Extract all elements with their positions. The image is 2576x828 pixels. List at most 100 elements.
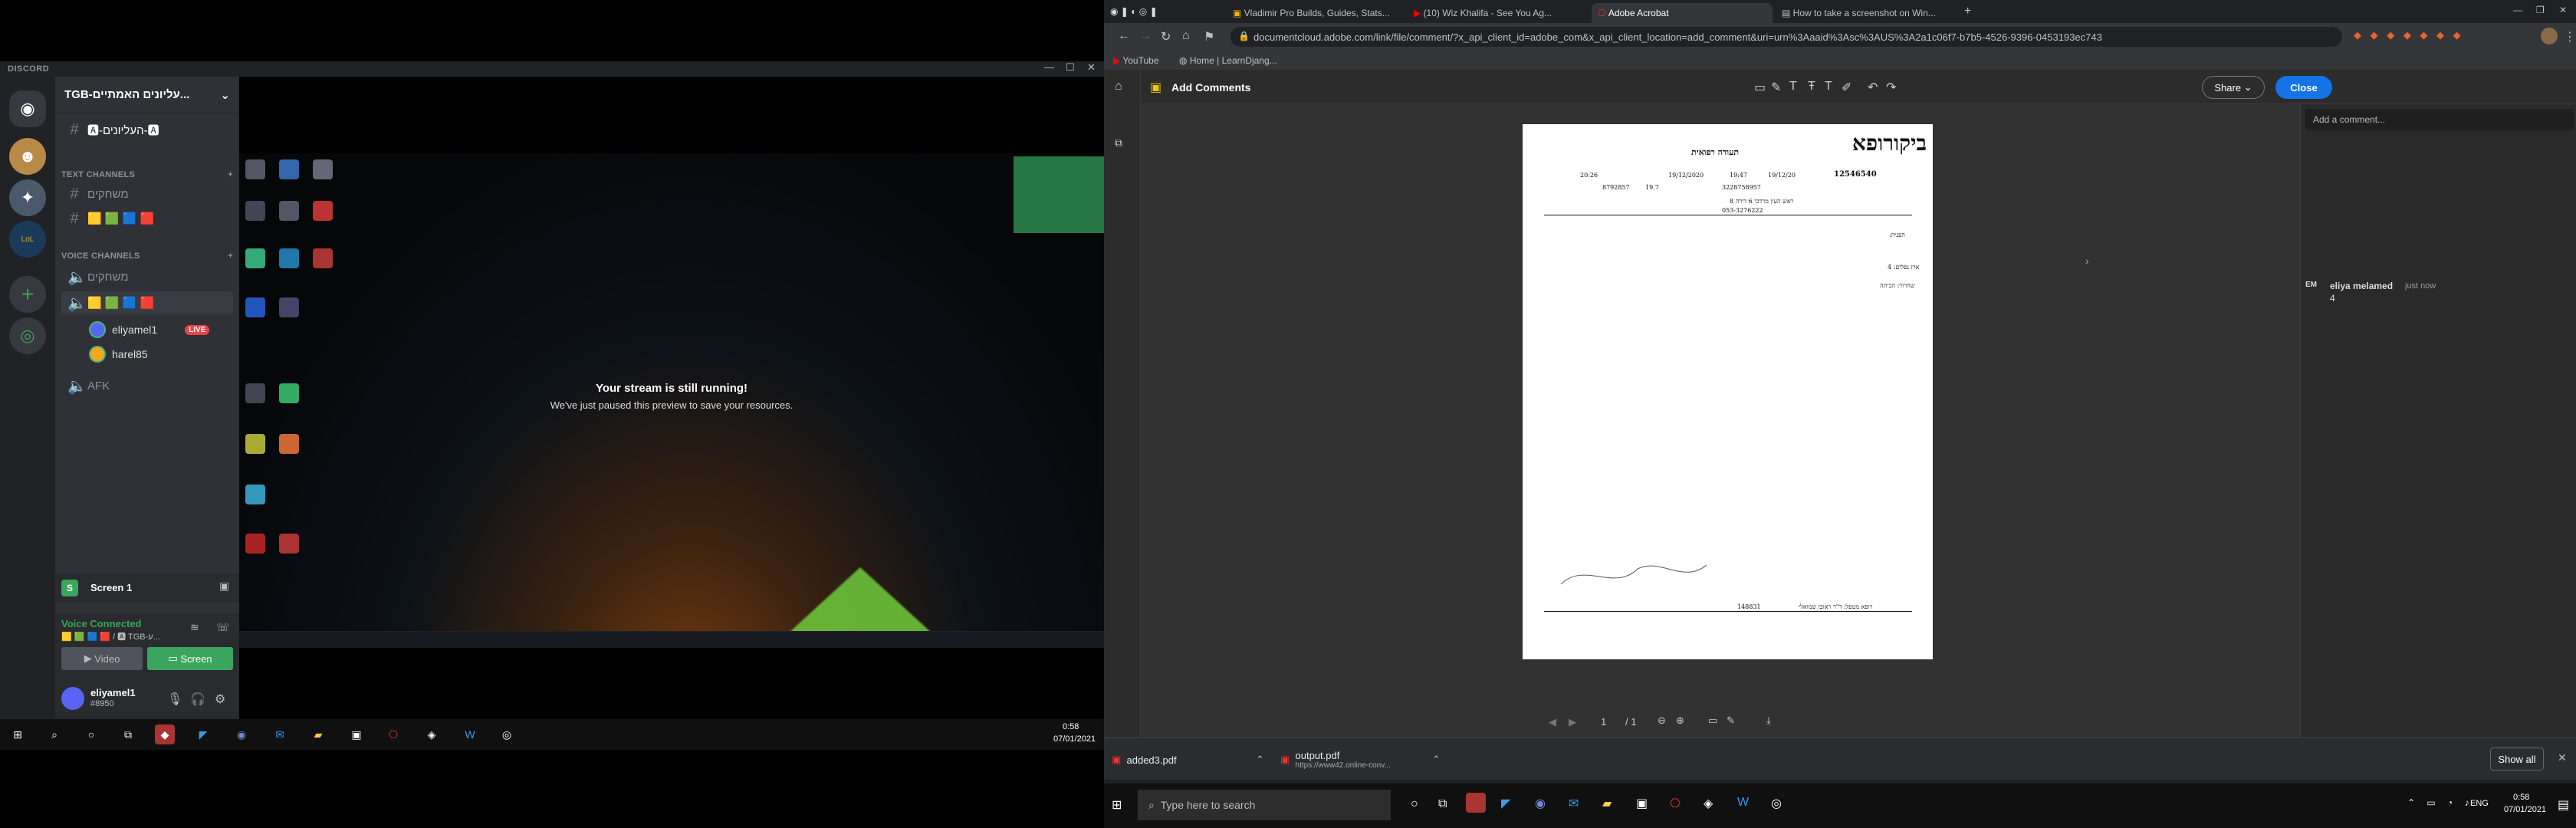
word-icon[interactable]: W bbox=[460, 724, 480, 744]
gear-icon[interactable]: ⚙ bbox=[215, 692, 225, 707]
mic-icon[interactable]: 🎙 bbox=[167, 692, 182, 707]
strikethrough-icon[interactable]: Ŧ bbox=[1808, 80, 1815, 94]
windows-start-icon[interactable]: ⊞ bbox=[1112, 797, 1122, 813]
cortana-icon[interactable]: ○ bbox=[1411, 797, 1418, 811]
explore-icon[interactable]: ◎ bbox=[9, 317, 46, 354]
share-button[interactable]: Share ⌄ bbox=[2202, 76, 2265, 99]
tab-active[interactable]: ⎔ Adobe Acrobat bbox=[1592, 3, 1773, 23]
steam-icon[interactable]: ◎ bbox=[497, 724, 517, 744]
forward-icon[interactable]: → bbox=[1139, 29, 1152, 43]
extension-icons[interactable]: ◆ ◆ ◆ ◆ ◆ ◆ ◆ bbox=[2354, 29, 2464, 41]
undo-icon[interactable]: ↶ bbox=[1868, 80, 1878, 95]
tray-icons[interactable]: ⌃ ▭ ◔ ♪ bbox=[2407, 797, 2474, 808]
word-icon[interactable]: W bbox=[1737, 796, 1749, 810]
bookmark-icon[interactable]: ⚑ bbox=[1204, 29, 1214, 44]
mail-icon[interactable]: ✉ bbox=[270, 724, 290, 744]
channel-text[interactable]: # משחקים bbox=[61, 182, 233, 205]
brave-icon[interactable] bbox=[1466, 793, 1486, 813]
back-icon[interactable]: ← bbox=[1118, 29, 1130, 43]
steam-icon[interactable]: ◎ bbox=[1771, 796, 1782, 811]
taskbar-search-box[interactable]: ⌕ Type here to search bbox=[1138, 790, 1391, 820]
channel-voice[interactable]: 🔈 AFK bbox=[61, 374, 233, 397]
voice-user[interactable]: harel85 bbox=[89, 343, 148, 365]
download-item[interactable]: ▣ output.pdf https://www42.online-conv...… bbox=[1280, 744, 1449, 775]
home-icon[interactable]: ⌂ bbox=[1182, 29, 1190, 43]
explorer-icon[interactable]: ▰ bbox=[308, 724, 328, 744]
windows-start-icon[interactable]: ⊞ bbox=[8, 724, 28, 744]
server-icon[interactable]: ☻ bbox=[9, 138, 46, 175]
comment-text[interactable]: 4 bbox=[2330, 293, 2335, 304]
chevron-right-icon[interactable]: › bbox=[2085, 255, 2089, 267]
store-icon[interactable]: ▣ bbox=[1636, 796, 1648, 811]
store-icon[interactable]: ▣ bbox=[347, 724, 366, 744]
channel-voice-active[interactable]: 🔈 🟨 🟩 🟦 🟥 bbox=[61, 291, 233, 314]
profile-avatar[interactable] bbox=[2541, 28, 2558, 44]
task-view-icon[interactable]: ⧉ bbox=[118, 724, 138, 744]
pages-icon[interactable]: ⧉ bbox=[1115, 136, 1122, 150]
menu-icon[interactable]: ⋮ bbox=[2564, 29, 2576, 44]
search-icon[interactable]: ⌕ bbox=[44, 724, 64, 744]
vscode-icon[interactable]: ◤ bbox=[1501, 796, 1510, 811]
zoom-out-icon[interactable]: ⊖ bbox=[1658, 715, 1666, 727]
cortana-icon[interactable]: ○ bbox=[81, 724, 101, 744]
user-avatar[interactable] bbox=[61, 687, 84, 710]
add-channel-icon[interactable]: + bbox=[228, 170, 233, 179]
server-header[interactable]: TGB-עליונים האמתיים... ⌄ bbox=[55, 77, 239, 113]
home-icon[interactable]: ⌂ bbox=[1115, 80, 1122, 94]
bookmark-item[interactable]: ▶ YouTube bbox=[1113, 55, 1159, 66]
download-icon[interactable]: ⤓ bbox=[1766, 715, 1771, 727]
text-box-icon[interactable]: T bbox=[1825, 80, 1832, 94]
highlight-icon[interactable]: ✎ bbox=[1771, 80, 1781, 95]
task-view-icon[interactable]: ⧉ bbox=[1438, 797, 1447, 811]
fit-page-icon[interactable]: ▭ bbox=[1708, 715, 1717, 727]
acrobat-icon[interactable]: ⎔ bbox=[383, 724, 403, 744]
pinned-tab-icons[interactable]: ◉ ❚ ◐ ◎ ❚ bbox=[1110, 6, 1158, 17]
noise-icon[interactable]: ≋ bbox=[190, 621, 199, 634]
headphones-icon[interactable]: 🎧 bbox=[190, 692, 205, 707]
close-downloads-icon[interactable]: ✕ bbox=[2558, 751, 2567, 764]
explorer-icon[interactable]: ▰ bbox=[1602, 796, 1612, 811]
close-button[interactable]: ✕ bbox=[1087, 61, 1096, 74]
category-voice[interactable]: VOICE CHANNELS + bbox=[61, 251, 233, 261]
sticky-note-icon[interactable]: ▭ bbox=[1754, 80, 1766, 95]
maximize-button[interactable]: ☐ bbox=[1066, 61, 1075, 74]
tab[interactable]: ▣ Vladimir Pro Builds, Guides, Stats... bbox=[1227, 3, 1403, 23]
minimize-button[interactable]: — bbox=[1044, 61, 1054, 73]
channel-voice[interactable]: 🔈 משחקים bbox=[61, 265, 233, 288]
add-channel-icon[interactable]: + bbox=[228, 251, 233, 261]
disconnect-icon[interactable]: ☏ bbox=[216, 621, 230, 634]
tab[interactable]: ▤ How to take a screenshot on Win... bbox=[1776, 3, 1957, 23]
tab[interactable]: ▶ (10) Wiz Khalifa - See You Ag... bbox=[1408, 3, 1589, 23]
channel-top[interactable]: # 🅰-העליונים-🅰 bbox=[61, 118, 233, 141]
next-page-icon[interactable]: ▶ bbox=[1569, 716, 1576, 728]
close-button[interactable]: ✕ bbox=[2559, 5, 2567, 15]
acrobat-icon[interactable]: ⎔ bbox=[1670, 796, 1681, 811]
download-item[interactable]: ▣ added3.pdf ⌃ bbox=[1112, 744, 1273, 775]
show-all-button[interactable]: Show all bbox=[2490, 748, 2544, 770]
category-text[interactable]: TEXT CHANNELS + bbox=[61, 170, 233, 179]
app-icon[interactable]: ◈ bbox=[422, 724, 442, 744]
page-number[interactable]: 1 bbox=[1601, 716, 1606, 728]
prev-page-icon[interactable]: ◀ bbox=[1549, 716, 1556, 728]
discord-home-icon[interactable]: ◉ bbox=[9, 90, 46, 127]
add-comment-input[interactable]: Add a comment... bbox=[2305, 109, 2574, 130]
discord-icon[interactable]: ◉ bbox=[1535, 796, 1546, 811]
chevron-up-icon[interactable]: ⌃ bbox=[1432, 754, 1441, 766]
add-server-icon[interactable]: + bbox=[9, 276, 46, 313]
video-button[interactable]: ▶ Video bbox=[61, 647, 143, 670]
discord-icon[interactable]: ◉ bbox=[232, 724, 251, 744]
pdf-page[interactable]: ביקורופא תעודה רפואית 12546540 19/12/20 … bbox=[1523, 124, 1933, 659]
reload-icon[interactable]: ↻ bbox=[1161, 29, 1171, 44]
voice-user[interactable]: eliyamel1 LIVE bbox=[89, 319, 210, 340]
screen-button[interactable]: ▭ Screen bbox=[147, 647, 233, 670]
language-indicator[interactable]: ENG bbox=[2470, 799, 2489, 808]
popout-icon[interactable]: ▣ bbox=[219, 580, 229, 593]
notification-icon[interactable]: ▤ bbox=[2558, 797, 2569, 813]
vscode-icon[interactable]: ◤ bbox=[193, 724, 213, 744]
minimize-button[interactable]: — bbox=[2513, 5, 2522, 15]
redo-icon[interactable]: ↷ bbox=[1886, 80, 1896, 95]
close-pdf-button[interactable]: Close bbox=[2275, 76, 2332, 99]
new-tab-icon[interactable]: + bbox=[1964, 5, 1971, 18]
brave-icon[interactable]: ◆ bbox=[155, 724, 175, 744]
app-icon[interactable]: ◈ bbox=[1704, 796, 1713, 811]
